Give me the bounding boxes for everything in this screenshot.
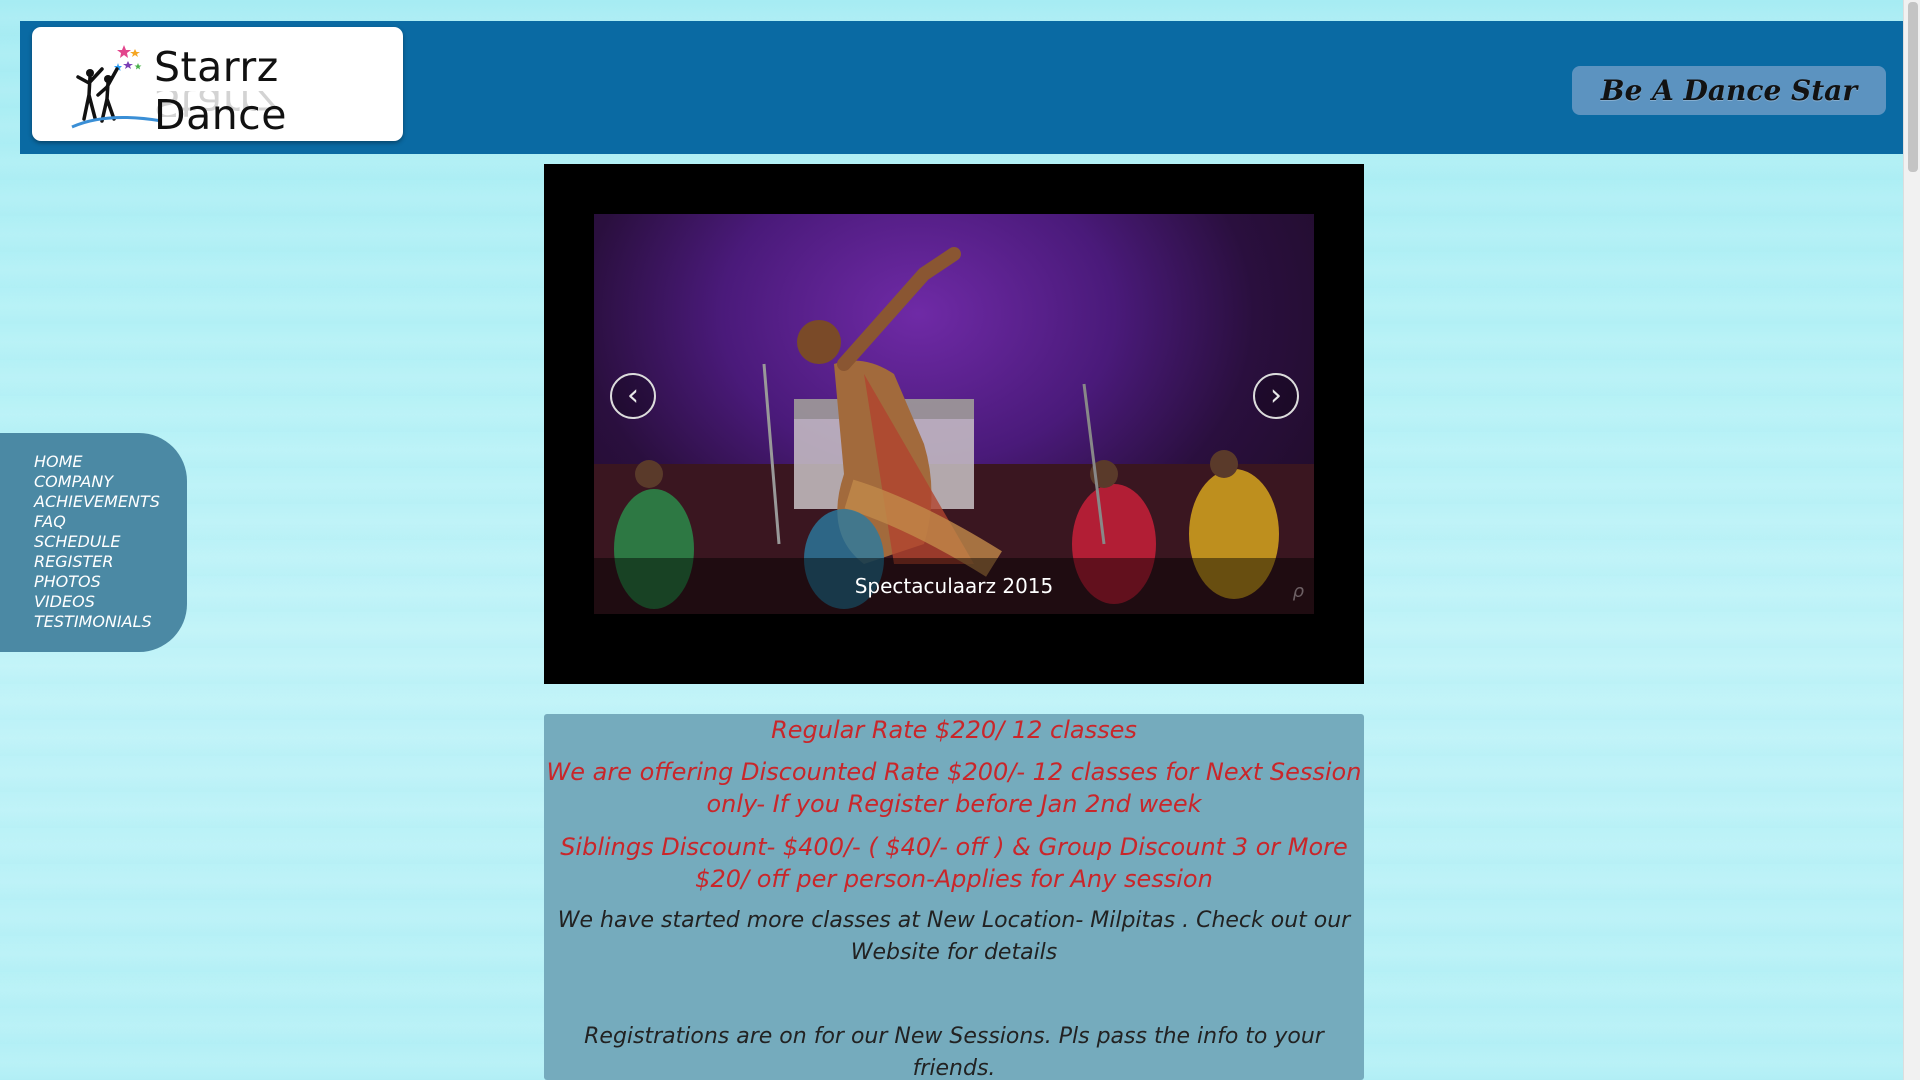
chevron-left-icon: ‹ [627,378,639,413]
scrollbar-thumb[interactable] [1908,2,1918,172]
siblings-discount-text: Siblings Discount- $400/- ( $40/- off ) … [560,833,1348,893]
slide-caption: Spectaculaarz 2015 [854,574,1054,598]
logo-wordmark-reflection: Starrz Dance [154,91,287,117]
nav-item-company[interactable]: COMPANY [34,472,187,492]
nav-item-videos[interactable]: VIDEOS [34,592,187,612]
announcement-panel: Regular Rate $220/ 12 classes We are off… [544,714,1364,1080]
slide-next-button[interactable]: › [1253,373,1299,419]
nav-item-testimonials[interactable]: TESTIMONIALS [34,612,187,632]
new-location-text: We have started more classes at New Loca… [557,908,1351,965]
nav-item-achievements[interactable]: ACHIEVEMENTS [34,492,187,512]
nav-item-schedule[interactable]: SCHEDULE [34,532,187,552]
slideshow-control-icon[interactable]: ρ [1293,581,1304,602]
site-logo[interactable]: Starrz Dance Starrz Dance [32,27,403,141]
site-header: Starrz Dance Starrz Dance Be A Dance Sta… [20,21,1908,154]
tagline-text: Be A Dance Star [1600,74,1858,107]
nav-item-faq[interactable]: FAQ [34,512,187,532]
slide-photo: Spectaculaarz 2015 ρ [594,214,1314,614]
nav-item-home[interactable]: HOME [34,452,187,472]
slide-prev-button[interactable]: ‹ [610,373,656,419]
nav-item-register[interactable]: REGISTER [34,552,187,572]
photo-slideshow: Spectaculaarz 2015 ρ ‹ › [544,164,1364,684]
vertical-scrollbar[interactable] [1903,0,1920,1080]
discount-rate-text: We are offering Discounted Rate $200/- 1… [546,758,1362,818]
dancer-logo-icon [71,45,162,129]
registrations-text: Registrations are on for our New Session… [584,1024,1324,1080]
nav-item-photos[interactable]: PHOTOS [34,572,187,592]
dance-performance-photo [594,247,1314,614]
slide-caption-bar: Spectaculaarz 2015 [594,558,1314,614]
tagline-button[interactable]: Be A Dance Star [1572,66,1886,115]
side-navigation: HOME COMPANY ACHIEVEMENTS FAQ SCHEDULE R… [0,433,187,652]
regular-rate-text: Regular Rate $220/ 12 classes [771,716,1137,744]
chevron-right-icon: › [1270,378,1282,413]
